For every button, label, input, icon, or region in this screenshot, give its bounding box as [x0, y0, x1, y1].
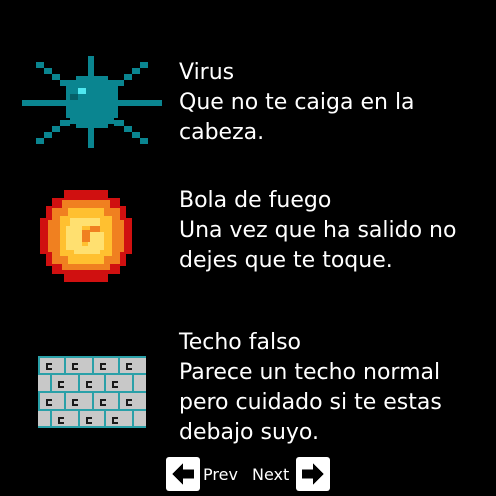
next-label[interactable]: Next — [252, 465, 289, 484]
enemy-title: Virus — [179, 60, 235, 85]
enemy-description: Que no te caiga en la cabeza. — [179, 90, 415, 145]
enemy-description: Parece un techo normal pero cuidado si t… — [179, 360, 442, 445]
left-arrow-icon[interactable] — [166, 457, 200, 491]
prev-button[interactable]: Prev — [166, 457, 238, 491]
right-arrow-icon[interactable] — [296, 457, 331, 491]
brick-ceiling-icon — [38, 356, 146, 428]
prev-label[interactable]: Prev — [203, 465, 238, 484]
enemy-title: Techo falso — [179, 330, 301, 355]
enemy-description-block: Techo falso Parece un techo normal pero … — [179, 328, 489, 448]
fireball-icon — [40, 190, 132, 282]
enemy-description-block: Bola de fuego Una vez que ha salido no d… — [179, 186, 489, 276]
enemy-title: Bola de fuego — [179, 188, 332, 213]
enemy-description-block: Virus Que no te caiga en la cabeza. — [179, 58, 489, 148]
next-button[interactable]: Next — [252, 457, 331, 491]
virus-icon — [22, 56, 162, 148]
enemy-description: Una vez que ha salido no dejes que te to… — [179, 218, 457, 273]
